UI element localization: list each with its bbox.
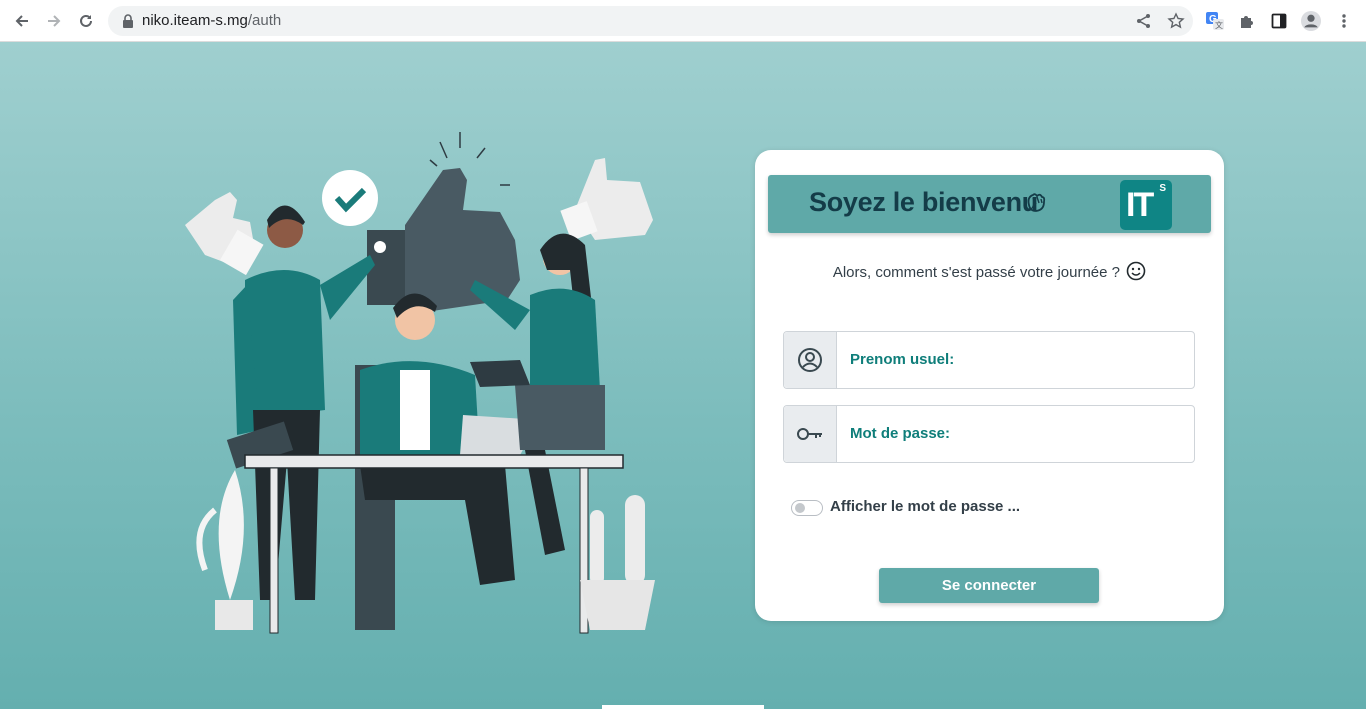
login-button[interactable]: Se connecter [879,568,1099,603]
toggle-knob [795,503,805,513]
forward-arrow-icon[interactable] [43,10,65,32]
login-card: Soyez le bienvenu IT S Alors, comment s'… [755,150,1224,621]
lock-icon [123,14,133,28]
team-thumbs-up-illustration [185,132,655,634]
bookmark-star-icon[interactable] [1167,12,1185,30]
username-addon [784,332,837,388]
greeting-subtitle: Alors, comment s'est passé votre journée… [755,261,1224,281]
extensions-puzzle-icon[interactable] [1237,11,1257,31]
username-field[interactable]: Prenom usuel: [783,331,1195,389]
password-field[interactable]: Mot de passe: [783,405,1195,463]
browser-menu-icon[interactable] [1334,11,1354,31]
password-addon [784,406,837,462]
browser-toolbar: niko.iteam-s.mg/auth G文 [0,0,1366,42]
smiley-icon [1126,261,1146,281]
thumbs-up-right-icon [560,158,653,241]
big-thumbs-up-icon [367,132,520,315]
svg-text:文: 文 [1215,20,1223,30]
share-icon[interactable] [1135,12,1153,30]
profile-avatar-icon[interactable] [1301,11,1321,31]
checkmark-bubble-icon [322,170,378,226]
thumbs-up-left-icon [185,192,264,276]
user-circle-icon [798,348,822,372]
translate-icon[interactable]: G文 [1205,11,1225,31]
username-label: Prenom usuel: [850,351,955,368]
reload-icon[interactable] [75,10,97,32]
welcome-title: Soyez le bienvenu [809,187,1038,217]
iteam-logo: IT S [1120,180,1172,230]
address-bar[interactable]: niko.iteam-s.mg/auth [108,6,1193,36]
bottom-tab-indicator [602,705,764,709]
url-text: niko.iteam-s.mg/auth [142,12,282,29]
waving-hand-icon [1027,193,1046,212]
key-icon [797,428,822,440]
show-password-label[interactable]: Afficher le mot de passe ... [830,498,1020,515]
back-arrow-icon[interactable] [11,10,33,32]
potted-plant-right [580,495,655,630]
potted-plant-left [196,470,253,630]
password-label: Mot de passe: [850,425,951,442]
welcome-banner: Soyez le bienvenu IT S [768,175,1211,233]
side-panel-icon[interactable] [1269,11,1289,31]
show-password-toggle[interactable] [791,500,823,516]
